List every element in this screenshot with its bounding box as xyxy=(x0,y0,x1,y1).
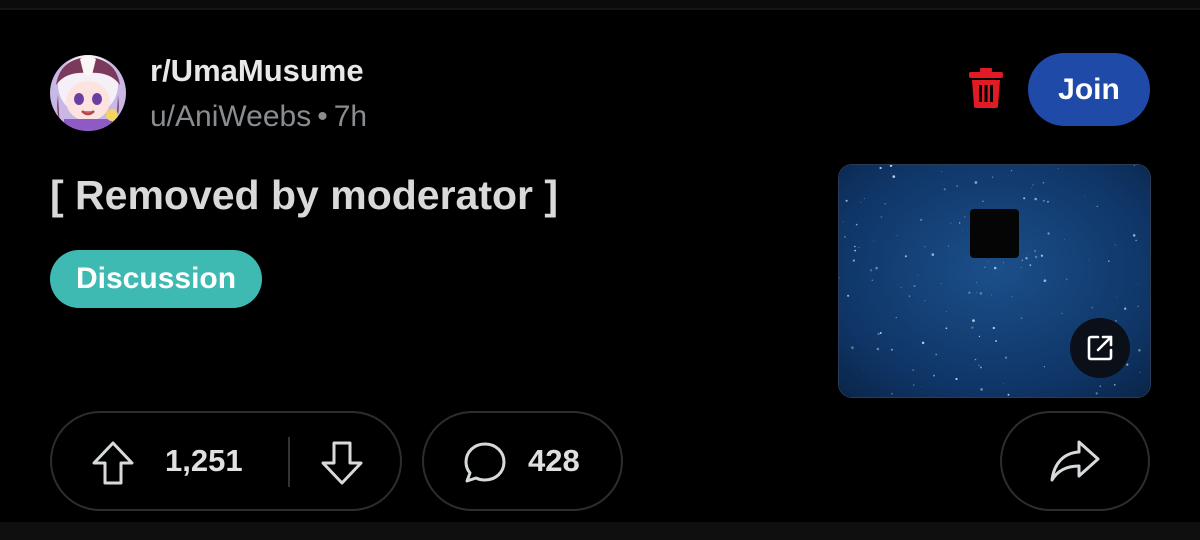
subreddit-name[interactable]: r/UmaMusume xyxy=(150,53,364,89)
vote-count: 1,251 xyxy=(165,443,243,478)
post-age: 7h xyxy=(333,100,368,133)
thumbnail-badge xyxy=(970,209,1019,258)
subreddit-avatar[interactable] xyxy=(50,55,126,131)
top-divider xyxy=(0,0,1200,10)
share-button[interactable] xyxy=(1000,411,1150,511)
delete-button[interactable] xyxy=(962,62,1010,114)
post-meta: u/AniWeebs • 7h xyxy=(150,100,367,134)
meta-separator: • xyxy=(317,100,328,133)
open-link-button[interactable] xyxy=(1070,318,1130,378)
post-flair[interactable]: Discussion xyxy=(50,250,263,308)
post-thumbnail[interactable] xyxy=(838,164,1151,398)
comments-button[interactable]: 428 xyxy=(422,411,623,511)
comment-icon xyxy=(460,438,510,488)
upvote-icon xyxy=(92,441,134,485)
vote-divider xyxy=(288,437,290,487)
trash-icon xyxy=(969,68,1003,108)
external-link-icon xyxy=(1087,335,1113,361)
downvote-icon xyxy=(321,441,363,485)
vote-bar: 1,251 xyxy=(50,411,402,511)
bottom-divider xyxy=(0,522,1200,540)
upvote-button[interactable] xyxy=(88,438,138,488)
share-icon xyxy=(1050,440,1100,482)
post-title[interactable]: [ Removed by moderator ] xyxy=(50,172,558,219)
downvote-button[interactable] xyxy=(317,438,367,488)
author-name[interactable]: u/AniWeebs xyxy=(150,100,311,133)
comment-count: 428 xyxy=(528,443,580,478)
join-button[interactable]: Join xyxy=(1028,53,1150,126)
